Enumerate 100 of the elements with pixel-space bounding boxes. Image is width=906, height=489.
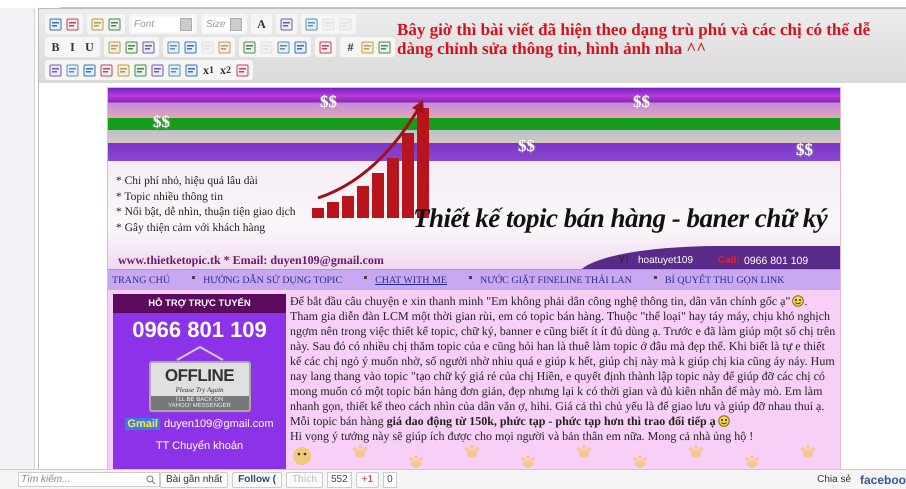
nav-link[interactable]: BÍ QUYẾT THU GỌN LINK xyxy=(664,274,784,286)
follow-button[interactable]: Follow ( xyxy=(232,472,282,488)
toolbar-button[interactable] xyxy=(65,16,80,32)
format-icon xyxy=(142,40,155,54)
paragraph: Mỗi topic bán hàng giá dao động từ 150k, phức tạp - phức tạp hơn thì trao đổi tiếp ạ xyxy=(290,414,836,429)
note-text: Bây giờ thì bài viết đã hiện theo dạng trù phú và các chị có thể dễ dàng chỉnh sửa thông tin, hình ảnh nha ^^ xyxy=(397,19,872,60)
toolbar-button[interactable] xyxy=(99,62,114,78)
format-icon xyxy=(167,40,180,54)
dollar-sign: $$ xyxy=(633,92,650,112)
toolbar-button[interactable] xyxy=(82,62,97,78)
status-text: OFFLINE xyxy=(164,366,234,386)
toolbar-button[interactable] xyxy=(183,39,198,55)
contact-text: www.thietketopic.tk * Email: duyen109@gmail.com xyxy=(118,253,384,268)
toolbar-button[interactable] xyxy=(107,39,122,55)
transfer-label: TT Chuyển khoản xyxy=(156,440,244,452)
format-icon xyxy=(294,40,307,54)
toolbar-button[interactable] xyxy=(48,62,63,78)
email-text: duyen109@gmail.com xyxy=(164,418,274,430)
nav-link[interactable]: NƯỚC GIẶT FINELINE THÁI LAN xyxy=(480,274,632,286)
format-icon xyxy=(66,64,79,76)
chart-bar xyxy=(372,173,384,218)
search-field[interactable]: Tìm kiếm... xyxy=(18,472,160,487)
format-icon xyxy=(125,40,138,54)
format-icon xyxy=(378,40,391,54)
toolbar-button[interactable]: U xyxy=(82,39,97,55)
toolbar-button[interactable] xyxy=(235,62,250,78)
format-icon xyxy=(168,64,181,76)
format-icon xyxy=(305,18,318,30)
bullet-text: * Topic nhiều thông tin xyxy=(116,190,224,204)
toolbar-button[interactable] xyxy=(318,39,333,55)
separator-icon xyxy=(192,276,196,279)
format-icon xyxy=(108,18,121,30)
toolbar-button[interactable] xyxy=(124,39,139,55)
paragraph: Để bắt đầu câu chuyện e xin thanh minh "Em không phải dân công nghệ thông tin, dân văn chính gốc ạ" . Tham gia diễn đàn LCM một thời gian rùi, em có topic bán hàng. Thuộc "thể loại" hay táy máy, chịu khó nghịch ngợm nên trong việc thiết kế topic, chữ ký, banner e cũng biết ít ít đủ dùng ạ. Trước e đã làm giúp một số chị trên này. Sau đó có nhiều chị thăm topic của e cũng hỏi han là thuê làm topic ở đâu mà đẹp thế. Khi biết là tự e thiết kế các chị ngỏ ý muốn nhờ, số người nhờ nhiu quá e giúp k hết, giúp chị này mà k giúp chị kia cũng áy náy. Hum nay lang thang vào topic "tạo chữ ký giá rẻ của chị Hiền, e quyết định thành lập topic này để giúp đỡ các chị có mong muốn có một topic bán hàng đơn giản, đẹp nhưng lại k có thời gian và đủ kiên nhẫn để mày mò. Em làm nhanh gọn, thiết kế theo cách nhìn của dân văn ợ, hihi. Giá cả thì chủ yếu là để giao lưu và giúp đỡ nhau thui ạ. xyxy=(290,294,836,414)
chart-bar xyxy=(387,158,399,218)
toolbar-button[interactable] xyxy=(107,16,122,32)
toolbar-button[interactable] xyxy=(167,62,182,78)
chart-bar xyxy=(357,186,369,218)
bullet-text: * Nổi bật, dễ nhìn, thuận tiện giao dịch xyxy=(116,205,296,220)
separator-icon xyxy=(364,276,368,279)
toolbar-button[interactable] xyxy=(48,16,63,32)
call-label: Call: xyxy=(718,255,740,266)
toolbar-button[interactable]: I xyxy=(65,39,80,55)
format-icon xyxy=(49,64,62,76)
toolbar-button[interactable] xyxy=(360,39,375,55)
yahoo-logo: Y! xyxy=(618,254,629,266)
toolbar-button[interactable] xyxy=(133,62,148,78)
toolbar-button[interactable] xyxy=(141,39,156,55)
format-icon xyxy=(184,40,197,54)
facebook-link[interactable]: faceboo xyxy=(860,472,906,486)
like-count: 552 xyxy=(326,472,352,488)
dollar-sign: $$ xyxy=(320,92,337,112)
format-icon xyxy=(100,64,113,76)
dollar-sign: $$ xyxy=(796,140,813,160)
toolbar-button[interactable] xyxy=(242,39,257,55)
gmail-logo: Gmail xyxy=(125,418,160,430)
toolbar-button[interactable] xyxy=(150,62,165,78)
nav-link[interactable]: CHAT WITH ME xyxy=(375,274,447,286)
toolbar-button[interactable]: B xyxy=(48,39,63,55)
nav-link[interactable]: HƯỚNG DẪN SỬ DỤNG TOPIC xyxy=(203,274,342,286)
toolbar-button[interactable] xyxy=(276,39,291,55)
format-icon xyxy=(49,18,62,30)
toolbar-button[interactable] xyxy=(166,39,181,55)
yahoo-id: hoatuyet109 xyxy=(638,255,694,266)
toolbar-button[interactable] xyxy=(304,16,319,32)
plus-one-button[interactable]: +1 xyxy=(356,472,380,488)
hanger-icon xyxy=(174,345,224,361)
toolbar-button[interactable] xyxy=(293,39,308,55)
format-icon xyxy=(108,40,121,54)
format-icon xyxy=(277,40,290,54)
chart-bar xyxy=(312,208,324,218)
chart-bar xyxy=(327,202,339,218)
recent-posts-button[interactable]: Bài gần nhất xyxy=(160,472,228,488)
toolbar-button[interactable] xyxy=(279,16,294,32)
separator-icon xyxy=(654,276,657,279)
chart-bar xyxy=(342,196,354,218)
format-icon xyxy=(280,18,293,30)
format-icon xyxy=(91,18,104,30)
nav-link[interactable]: TRANG CHỦ xyxy=(112,274,170,286)
toolbar-button[interactable] xyxy=(65,62,80,78)
format-icon xyxy=(361,40,374,54)
banner-title: Thiết kế topic bán hàng - baner chữ ký xyxy=(413,203,828,234)
phone-number: 0966 801 109 xyxy=(744,255,808,267)
plus-one-count: 0 xyxy=(383,472,397,488)
toolbar-button[interactable] xyxy=(116,62,131,78)
toolbar-button[interactable] xyxy=(90,16,105,32)
format-icon xyxy=(319,40,332,54)
separator-icon xyxy=(468,276,472,279)
bullet-text: * Gây thiện cảm với khách hàng xyxy=(116,220,266,236)
toolbar-button[interactable] xyxy=(217,39,232,55)
format-icon xyxy=(185,64,198,76)
dollar-sign: $$ xyxy=(153,112,170,132)
panel-header: HỖ TRỢ TRỰC TUYẾN xyxy=(113,294,286,313)
toolbar-button[interactable] xyxy=(377,39,392,55)
format-icon xyxy=(134,64,147,76)
format-icon xyxy=(243,40,256,54)
format-icon xyxy=(83,64,96,76)
toolbar-button[interactable] xyxy=(184,62,199,78)
format-icon xyxy=(218,40,231,54)
share-button[interactable]: Chia sẻ xyxy=(812,472,856,488)
